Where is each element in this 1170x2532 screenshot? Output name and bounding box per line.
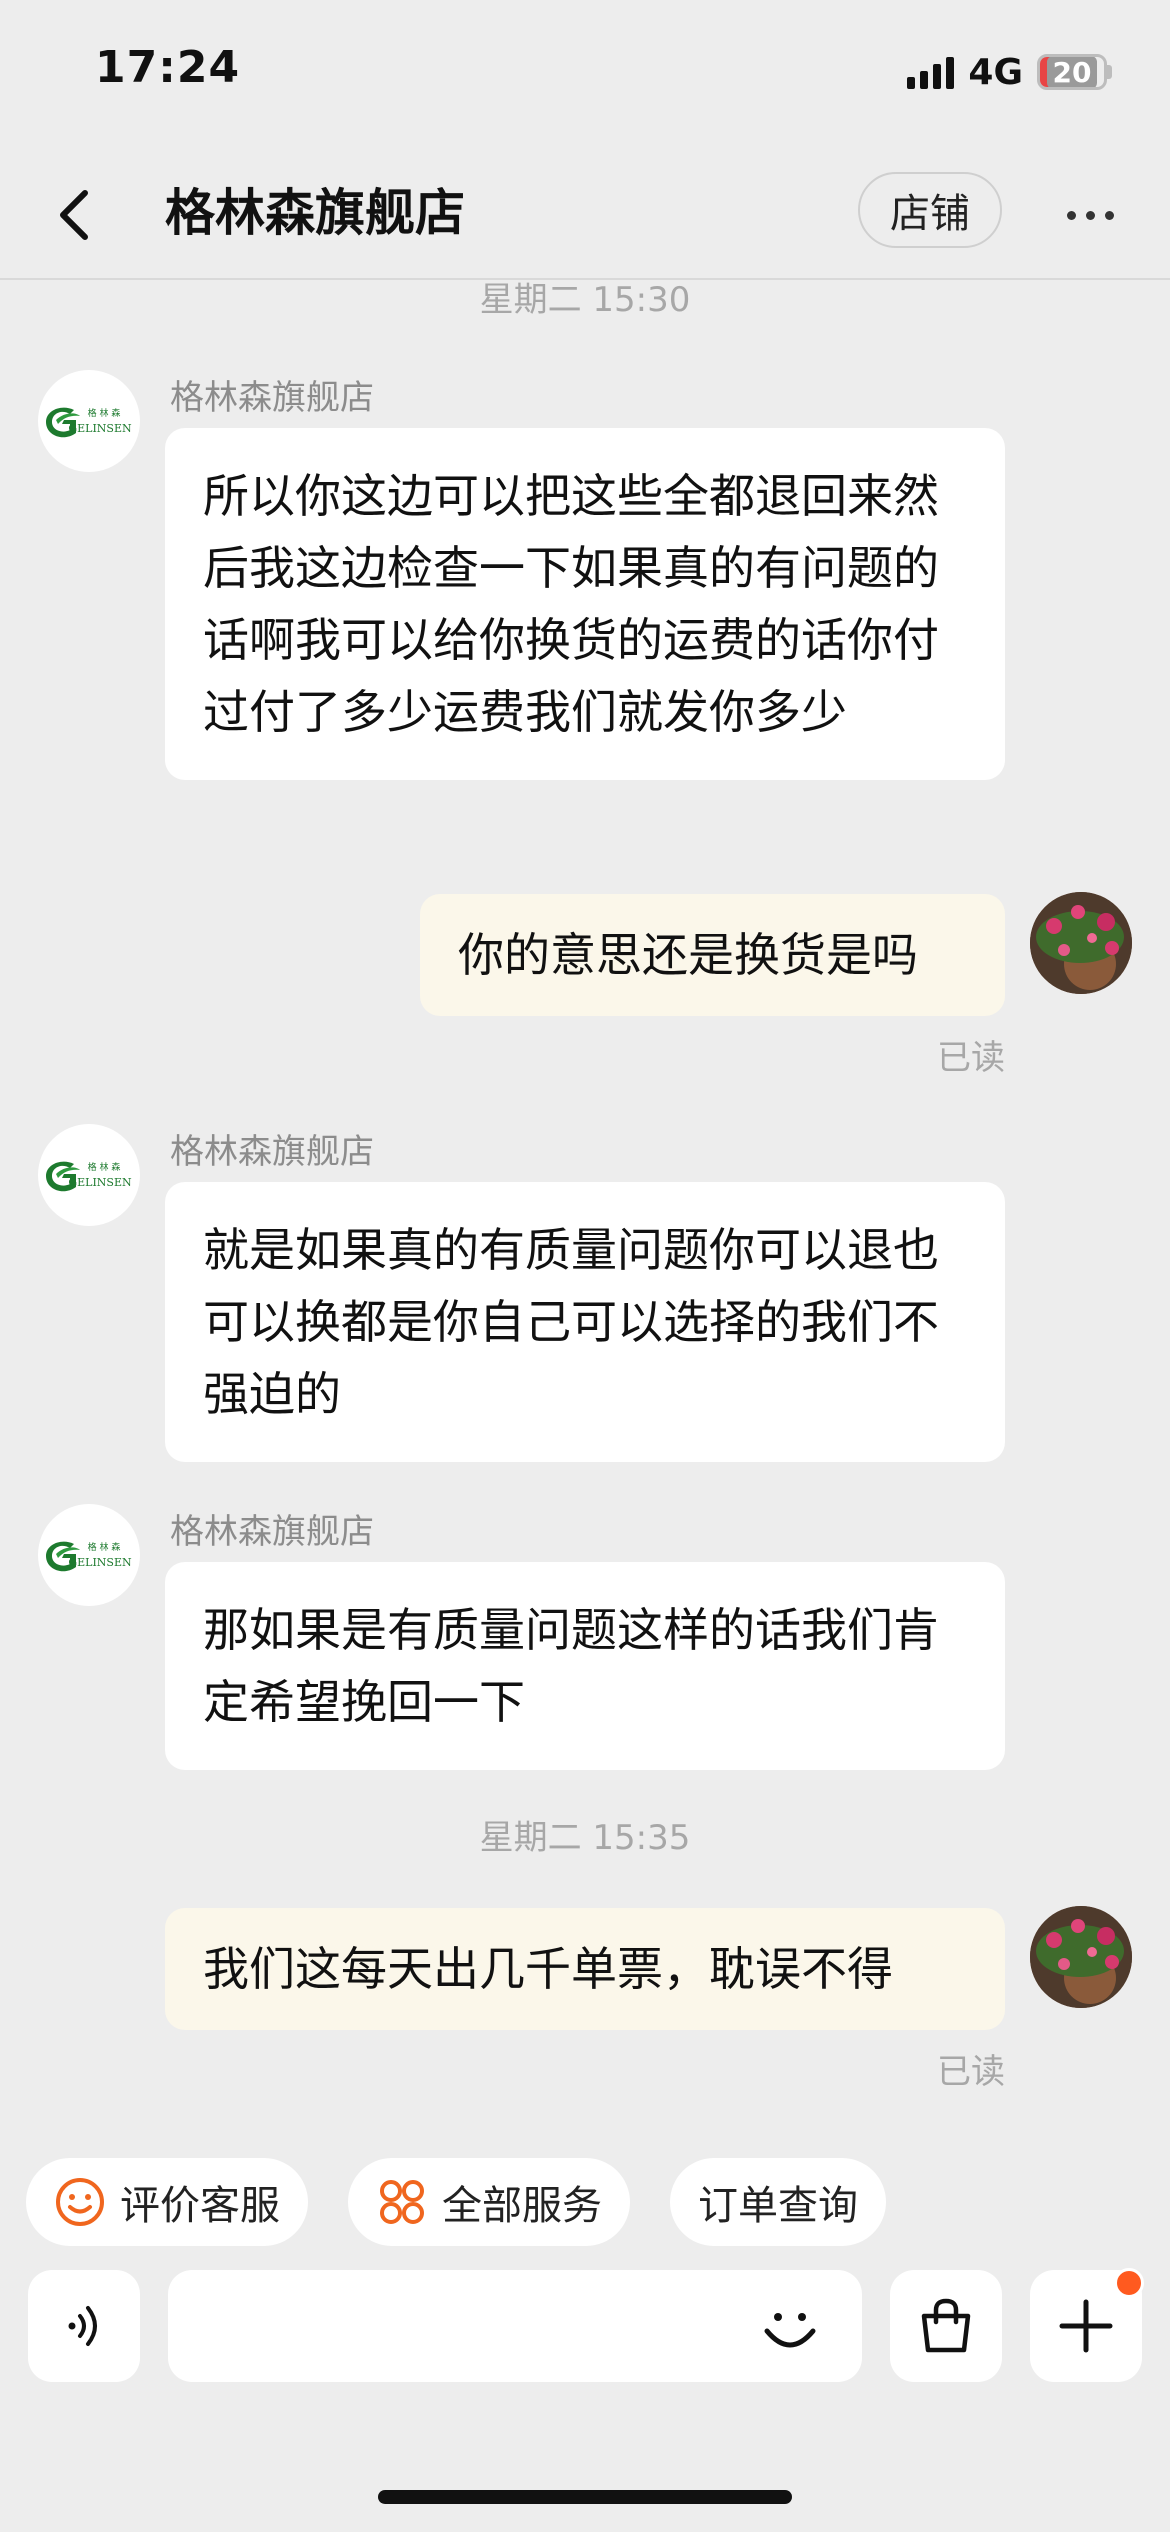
more-dots-icon: [1066, 210, 1114, 220]
svg-text:格 林 森: 格 林 森: [88, 1161, 121, 1173]
gelinsen-logo-icon: 格 林 森 GELINSEN: [46, 1161, 132, 1192]
incoming-message-bubble[interactable]: 那如果是有质量问题这样的话我们肯定希望挽回一下: [165, 1562, 1005, 1770]
grid-services-icon: [380, 2180, 424, 2224]
shop-avatar[interactable]: 格 林 森 GELINSEN: [38, 370, 140, 472]
notification-dot: [1114, 2268, 1144, 2298]
gelinsen-logo-icon: 格 林 森 GELINSEN: [46, 1541, 132, 1572]
more-options-button[interactable]: [1050, 180, 1130, 250]
smiley-icon: [56, 2178, 104, 2226]
emoji-smile-icon: [764, 2313, 816, 2348]
incoming-message-bubble[interactable]: 就是如果真的有质量问题你可以退也可以换都是你自己可以选择的我们不强迫的: [165, 1182, 1005, 1462]
shopping-bag-button[interactable]: [890, 2270, 1002, 2382]
voice-wave-icon: [68, 2306, 97, 2346]
user-avatar-image: [1030, 892, 1132, 994]
battery-icon: 20: [1037, 54, 1112, 90]
svg-text:格 林 森: 格 林 森: [88, 1541, 121, 1553]
status-time: 17:24: [95, 42, 241, 93]
emoji-button[interactable]: [752, 2290, 828, 2366]
read-receipt: 已读: [937, 2052, 1005, 2092]
input-bar: [0, 2268, 1170, 2390]
chip-label: 全部服务: [442, 2183, 602, 2229]
chip-label: 评价客服: [120, 2183, 280, 2229]
network-type: 4G: [968, 51, 1023, 93]
status-bar: 17:24 4G 20: [0, 0, 1170, 150]
shop-button[interactable]: 店铺: [858, 172, 1002, 248]
outgoing-message-bubble[interactable]: 我们这每天出几千单票，耽误不得: [165, 1908, 1005, 2030]
more-functions-button[interactable]: [1030, 2268, 1144, 2382]
rate-service-button[interactable]: 评价客服: [26, 2158, 308, 2246]
chevron-left-icon: [60, 190, 88, 240]
svg-text:GELINSEN: GELINSEN: [68, 1556, 132, 1569]
svg-text:GELINSEN: GELINSEN: [68, 422, 132, 435]
plus-icon: [1059, 2299, 1113, 2353]
svg-text:GELINSEN: GELINSEN: [68, 1176, 132, 1189]
order-query-button[interactable]: 订单查询: [670, 2158, 886, 2246]
shopping-bag-icon: [921, 2298, 971, 2353]
outgoing-message-bubble[interactable]: 你的意思还是换货是吗: [420, 894, 1005, 1016]
chip-label: 订单查询: [698, 2183, 858, 2229]
back-button[interactable]: [40, 180, 110, 250]
sender-name: 格林森旗舰店: [170, 378, 374, 418]
status-indicators: 4G 20: [907, 50, 1112, 94]
home-indicator[interactable]: [378, 2490, 792, 2504]
user-avatar[interactable]: [1030, 1906, 1132, 2008]
chat-title: 格林森旗舰店: [165, 184, 465, 242]
cellular-signal-icon: [907, 55, 955, 89]
shop-avatar[interactable]: 格 林 森 GELINSEN: [38, 1124, 140, 1226]
sender-name: 格林森旗舰店: [170, 1132, 374, 1172]
all-services-button[interactable]: 全部服务: [348, 2158, 630, 2246]
message-timestamp: 星期二 15:35: [479, 1818, 691, 1858]
battery-level: 20: [1046, 57, 1098, 87]
user-avatar[interactable]: [1030, 892, 1132, 994]
sender-name: 格林森旗舰店: [170, 1512, 374, 1552]
shop-avatar[interactable]: 格 林 森 GELINSEN: [38, 1504, 140, 1606]
voice-input-button[interactable]: [28, 2270, 140, 2382]
read-receipt: 已读: [937, 1038, 1005, 1078]
message-timestamp: 星期二 15:30: [479, 280, 691, 320]
incoming-message-bubble[interactable]: 所以你这边可以把这些全都退回来然后我这边检查一下如果真的有问题的话啊我可以给你换…: [165, 428, 1005, 780]
nav-bar: 格林森旗舰店 店铺: [0, 150, 1170, 280]
user-avatar-image: [1030, 1906, 1132, 2008]
gelinsen-logo-icon: 格 林 森 GELINSEN: [46, 407, 132, 438]
svg-text:格 林 森: 格 林 森: [88, 407, 121, 419]
